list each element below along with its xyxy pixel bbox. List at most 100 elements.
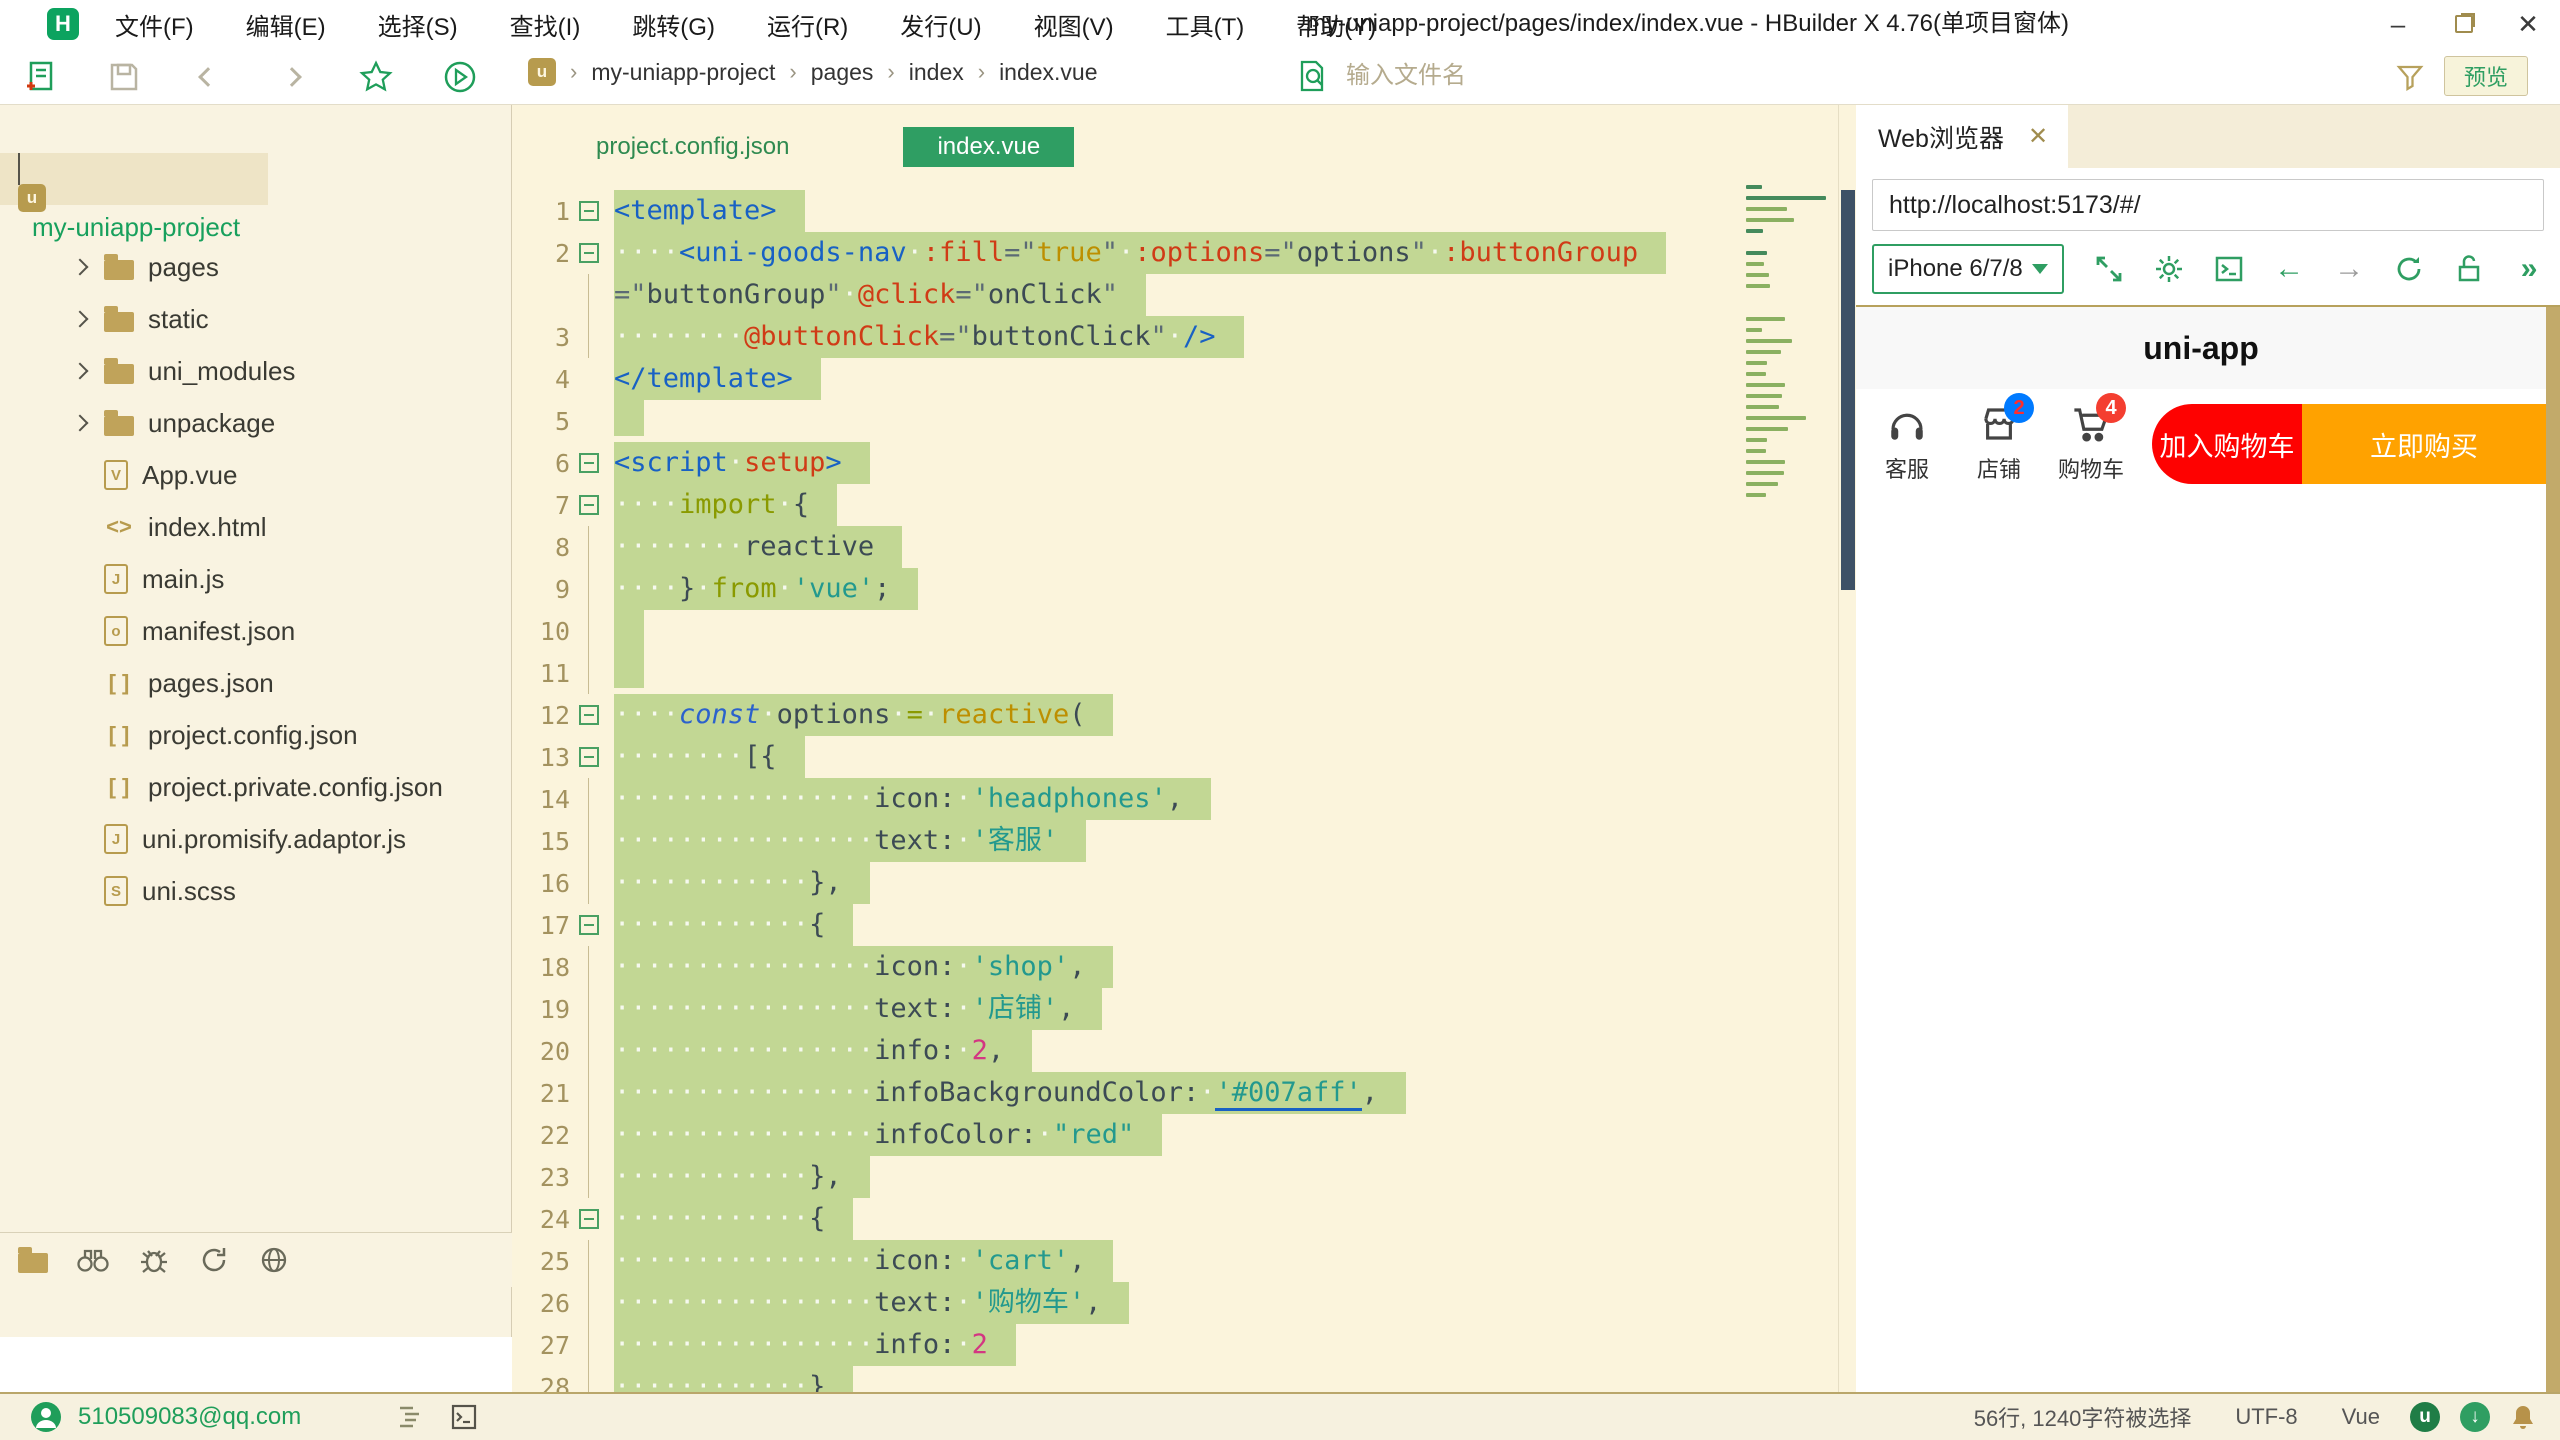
chevron-right-icon[interactable] (72, 415, 89, 432)
menu-item-0[interactable]: 文件(F) (115, 7, 194, 42)
menu-item-6[interactable]: 发行(U) (900, 7, 981, 42)
browser-settings-button[interactable] (2154, 252, 2184, 286)
file-search[interactable] (1296, 56, 1856, 96)
goods-nav-button-加入购物车[interactable]: 加入购物车 (2152, 404, 2302, 484)
account-avatar-icon[interactable] (30, 1401, 62, 1433)
menu-item-1[interactable]: 编辑(E) (246, 7, 326, 42)
code-line[interactable]: 4</template> (512, 358, 1742, 400)
minimize-button[interactable]: – (2378, 0, 2418, 48)
chevron-right-icon[interactable] (72, 259, 89, 276)
code-line[interactable]: 2····<uni-goods-nav·:fill="true"·:option… (512, 232, 1742, 274)
code-editor[interactable]: project.config.jsonindex.vue 1<template>… (512, 105, 1856, 1392)
more-tools-button[interactable]: » (2514, 252, 2544, 286)
selection-info[interactable]: 56行, 1240字符被选择 (1974, 1401, 2192, 1433)
code-line[interactable]: 28············} (512, 1366, 1742, 1392)
breadcrumb-item[interactable]: index.vue (999, 59, 1097, 86)
browser-forward-button[interactable]: → (2334, 252, 2364, 286)
code-line[interactable]: 17············{ (512, 904, 1742, 946)
code-line[interactable]: 9····}·from·'vue'; (512, 568, 1742, 610)
sidebar-item-project.private.config.json[interactable]: [ ]project.private.config.json (0, 761, 511, 813)
breadcrumb-item[interactable]: my-uniapp-project (591, 59, 775, 86)
code-line[interactable]: 8········reactive (512, 526, 1742, 568)
language-mode-label[interactable]: Vue (2342, 1404, 2380, 1430)
menu-item-5[interactable]: 运行(R) (767, 7, 848, 42)
code-line[interactable]: 24············{ (512, 1198, 1742, 1240)
browser-tab[interactable]: Web浏览器 ✕ (1856, 105, 2068, 168)
run-button[interactable] (442, 59, 478, 95)
sidebar-item-my-uniapp-project[interactable]: umy-uniapp-project (0, 153, 268, 205)
terminal-small-icon[interactable] (451, 1404, 477, 1430)
account-email[interactable]: 510509083@qq.com (78, 1403, 301, 1431)
code-line[interactable]: 11 (512, 652, 1742, 694)
code-line[interactable]: 21················infoBackgroundColor:·'… (512, 1072, 1742, 1114)
fold-icon[interactable] (579, 1209, 599, 1229)
goods-nav-item-客服[interactable]: 客服 (1864, 403, 1950, 484)
code-line[interactable]: 22················infoColor:·"red" (512, 1114, 1742, 1156)
menu-item-2[interactable]: 选择(S) (378, 7, 458, 42)
globe-icon[interactable] (258, 1245, 290, 1275)
breadcrumb-item[interactable]: index (909, 59, 964, 86)
sidebar-item-project.config.json[interactable]: [ ]project.config.json (0, 709, 511, 761)
code-line[interactable]: 12····const·options·=·reactive( (512, 694, 1742, 736)
new-file-button[interactable] (22, 59, 58, 95)
code-line[interactable]: 18················icon:·'shop', (512, 946, 1742, 988)
filter-button[interactable] (2395, 62, 2425, 97)
resize-button[interactable] (2094, 252, 2124, 286)
file-search-input[interactable] (1346, 62, 1766, 90)
code-line[interactable]: 13········[{ (512, 736, 1742, 778)
code-line[interactable]: 20················info:·2, (512, 1030, 1742, 1072)
fold-icon[interactable] (579, 201, 599, 221)
sidebar-item-uni.promisify.adaptor.js[interactable]: Juni.promisify.adaptor.js (0, 813, 511, 865)
sync-icon[interactable] (198, 1245, 230, 1275)
code-line[interactable]: 25················icon:·'cart', (512, 1240, 1742, 1282)
code-line[interactable]: 23············}, (512, 1156, 1742, 1198)
browser-back-button[interactable]: ← (2274, 252, 2304, 286)
files-view-icon[interactable] (18, 1253, 48, 1273)
refresh-button[interactable] (2394, 252, 2424, 286)
code-line[interactable]: 1<template> (512, 190, 1742, 232)
goods-nav-item-店铺[interactable]: 2店铺 (1956, 403, 2042, 484)
sidebar-item-manifest.json[interactable]: omanifest.json (0, 605, 511, 657)
bookmark-button[interactable] (358, 59, 394, 95)
code-line[interactable]: 7····import·{ (512, 484, 1742, 526)
code-line[interactable]: 6<script·setup> (512, 442, 1742, 484)
preview-scrollbar[interactable] (2546, 307, 2560, 1392)
code-line[interactable]: 16············}, (512, 862, 1742, 904)
sidebar-item-unpackage[interactable]: unpackage (0, 397, 511, 449)
sidebar-item-uni_modules[interactable]: uni_modules (0, 345, 511, 397)
menu-item-3[interactable]: 查找(I) (510, 7, 581, 42)
console-button[interactable] (2214, 252, 2244, 286)
fold-icon[interactable] (579, 705, 599, 725)
close-tab-icon[interactable]: ✕ (2028, 122, 2048, 151)
sidebar-item-pages[interactable]: pages (0, 241, 511, 293)
sidebar-item-main.js[interactable]: Jmain.js (0, 553, 511, 605)
binoculars-icon[interactable] (76, 1245, 110, 1275)
code-line[interactable]: 15················text:·'客服' (512, 820, 1742, 862)
code-line[interactable]: 5 (512, 400, 1742, 442)
fold-icon[interactable] (579, 243, 599, 263)
menu-item-8[interactable]: 工具(T) (1166, 7, 1245, 42)
code-line[interactable]: 26················text:·'购物车', (512, 1282, 1742, 1324)
code-line[interactable]: 3········@buttonClick="buttonClick"·/> (512, 316, 1742, 358)
update-icon[interactable]: ↓ (2460, 1402, 2490, 1432)
code-line[interactable]: 10 (512, 610, 1742, 652)
editor-scrollbar[interactable] (1838, 105, 1856, 1392)
fold-icon[interactable] (579, 915, 599, 935)
breadcrumb-item[interactable]: pages (811, 59, 874, 86)
sidebar-item-uni.scss[interactable]: Suni.scss (0, 865, 511, 917)
save-button[interactable] (106, 59, 142, 95)
sidebar-item-App.vue[interactable]: VApp.vue (0, 449, 511, 501)
lock-button[interactable] (2454, 252, 2484, 286)
url-input[interactable] (1872, 179, 2544, 231)
code-line[interactable]: ="buttonGroup"·@click="onClick" (512, 274, 1742, 316)
fold-icon[interactable] (579, 453, 599, 473)
goods-nav-button-立即购买[interactable]: 立即购买 (2302, 404, 2546, 484)
uni-helper-icon[interactable]: u (2410, 1402, 2440, 1432)
editor-scrollbar-thumb[interactable] (1841, 190, 1855, 590)
fold-icon[interactable] (579, 747, 599, 767)
fold-icon[interactable] (579, 495, 599, 515)
sidebar-item-static[interactable]: static (0, 293, 511, 345)
debug-icon[interactable] (138, 1245, 170, 1275)
encoding-label[interactable]: UTF-8 (2235, 1404, 2297, 1430)
nav-forward-button[interactable] (274, 59, 310, 95)
